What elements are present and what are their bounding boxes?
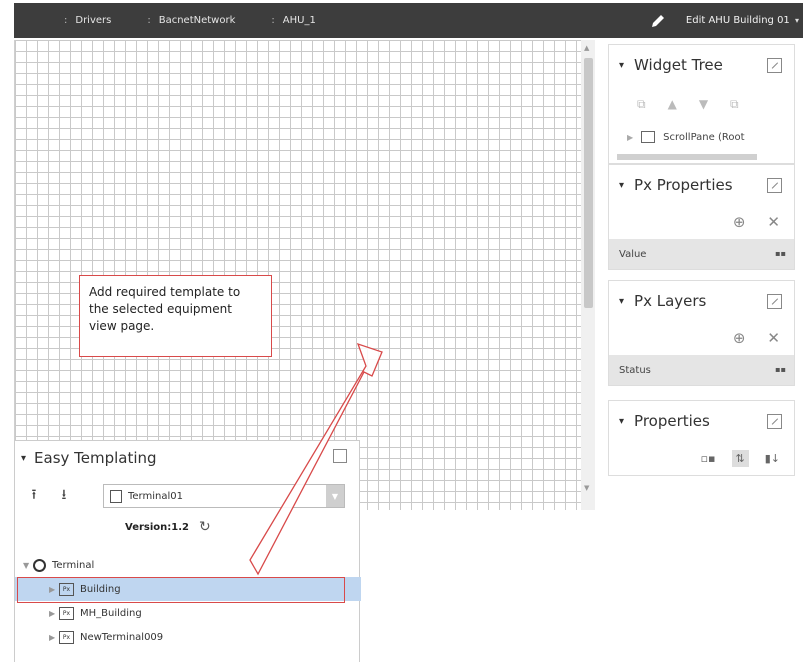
app-window: : Drivers : BacnetNetwork : AHU_1 Edit A… (0, 0, 803, 662)
px-layers-panel: ▾ Px Layers ⊕ ✕ Status ▪▪ (608, 280, 795, 386)
expand-arrow-icon[interactable]: ▶ (627, 133, 633, 142)
breadcrumb-ahu1[interactable]: : AHU_1 (271, 15, 315, 26)
collapse-icon[interactable]: ▾ (619, 180, 624, 191)
widget-tree-panel: ▾ Widget Tree ⧉ ▲ ▼ ⧉ ▶ ScrollPane (Root (608, 44, 795, 164)
collapse-icon[interactable]: ▾ (619, 60, 624, 71)
download-icon[interactable]: ⭳ (53, 485, 75, 507)
breadcrumb-bacnetnetwork[interactable]: : BacnetNetwork (147, 15, 235, 26)
px-property-row[interactable]: Value ▪▪ (609, 239, 794, 269)
collapse-icon[interactable]: ▾ (21, 453, 26, 464)
edit-view-label: Edit AHU Building 01 (685, 15, 790, 26)
expand-arrow-icon[interactable]: ▶ (49, 585, 59, 594)
breadcrumb-label: BacnetNetwork (158, 15, 236, 26)
chevron-down-icon: ▾ (794, 16, 799, 25)
properties-toolbar: ▫▪ ⇅ ▮↓ (609, 441, 794, 475)
px-properties-panel: ▾ Px Properties ⊕ ✕ Value ▪▪ (608, 164, 795, 270)
pencil-icon (651, 14, 664, 27)
terminal-icon (33, 558, 46, 572)
scrollpane-icon (641, 131, 656, 143)
canvas-vertical-scrollbar[interactable]: ▲ ▼ (581, 40, 595, 510)
breadcrumb-label: AHU_1 (282, 15, 316, 26)
close-icon[interactable]: ✕ (767, 329, 780, 347)
categorized-icon[interactable]: ▫▪ (701, 452, 716, 465)
template-tree: ▼ Terminal ▶ Px Building ▶ Px MH_Buildin… (15, 553, 361, 649)
version-row: Version:1.2 ↻ (125, 519, 211, 535)
close-icon[interactable]: ✕ (767, 213, 780, 231)
collapse-icon[interactable]: ▾ (619, 296, 624, 307)
px-layers-toolbar: ⊕ ✕ (609, 321, 794, 355)
tree-node-label: Terminal (52, 559, 95, 571)
widget-tree-horizontal-scrollbar[interactable] (609, 151, 794, 163)
expand-icon[interactable] (767, 178, 782, 193)
chevron-down-icon[interactable]: ▼ (326, 485, 344, 507)
scroll-up-icon[interactable]: ▲ (584, 44, 589, 52)
px-properties-toolbar: ⊕ ✕ (609, 205, 794, 239)
refresh-icon[interactable]: ↻ (199, 519, 211, 535)
panel-title: Properties (634, 412, 710, 430)
tree-node-label: Building (80, 583, 121, 595)
breadcrumb: : Drivers : BacnetNetwork : AHU_1 Edit A… (14, 3, 803, 38)
tree-node-label: ScrollPane (Root (663, 131, 745, 143)
collapse-arrow-icon[interactable]: ▼ (23, 561, 33, 570)
px-file-icon: Px (59, 630, 74, 644)
expand-arrow-icon[interactable]: ▶ (49, 609, 59, 618)
drag-handle-icon[interactable]: ▪▪ (775, 249, 786, 258)
tree-node-newterminal009[interactable]: ▶ Px NewTerminal009 (15, 625, 361, 649)
scroll-down-icon[interactable]: ▼ (584, 484, 589, 492)
tree-node-scrollpane[interactable]: ▶ ScrollPane (Root (609, 123, 794, 151)
ungroup-icon[interactable]: ⧉ (730, 97, 739, 112)
selected-template: Terminal01 (128, 490, 183, 502)
breadcrumb-label: Drivers (75, 15, 112, 26)
expand-icon[interactable] (767, 294, 782, 309)
edit-view-selector[interactable]: Edit AHU Building 01 ▾ (650, 3, 799, 38)
add-icon[interactable]: ⊕ (733, 329, 746, 347)
tree-node-label: NewTerminal009 (80, 631, 164, 643)
easy-templating-panel: ▾ Easy Templating ⭱ ⭳ Terminal01 ▼ Versi… (14, 440, 361, 662)
widget-tree-toolbar: ⧉ ▲ ▼ ⧉ (609, 85, 794, 123)
scrollbar-thumb[interactable] (584, 58, 593, 308)
upload-icon[interactable]: ⭱ (23, 485, 45, 507)
instruction-callout: Add required template to the selected eq… (79, 275, 272, 357)
move-up-icon[interactable]: ▲ (668, 97, 677, 111)
tree-node-terminal[interactable]: ▼ Terminal (15, 553, 361, 577)
panel-title: Px Layers (634, 292, 707, 310)
drag-handle-icon[interactable]: ▪▪ (775, 365, 786, 374)
sort-alpha-icon[interactable]: ⇅ (731, 449, 749, 467)
px-file-icon: Px (59, 582, 74, 596)
px-layer-row[interactable]: Status ▪▪ (609, 355, 794, 385)
add-icon[interactable]: ⊕ (733, 213, 746, 231)
collapse-icon[interactable]: ▾ (619, 416, 624, 427)
tree-node-building[interactable]: ▶ Px Building (15, 577, 361, 603)
expand-arrow-icon[interactable]: ▶ (49, 633, 59, 642)
easy-templating-header[interactable]: ▾ Easy Templating (15, 441, 359, 475)
properties-panel: ▾ Properties ▫▪ ⇅ ▮↓ (608, 400, 795, 476)
right-sidebar: ▾ Widget Tree ⧉ ▲ ▼ ⧉ ▶ ScrollPane (Root… (600, 40, 803, 520)
expand-icon[interactable] (333, 449, 347, 463)
document-icon (110, 489, 122, 503)
tree-node-label: MH_Building (80, 607, 142, 619)
panel-title: Px Properties (634, 176, 733, 194)
group-icon[interactable]: ⧉ (637, 97, 646, 112)
scrollbar-thumb[interactable] (617, 154, 757, 160)
template-select[interactable]: Terminal01 ▼ (103, 484, 345, 508)
sort-icon[interactable]: ▮↓ (765, 452, 780, 465)
version-label: Version:1.2 (125, 521, 189, 533)
property-name: Value (619, 248, 647, 260)
layer-name: Status (619, 364, 651, 376)
panel-title: Easy Templating (34, 449, 157, 467)
easy-templating-toolbar: ⭱ ⭳ Terminal01 ▼ (15, 481, 361, 511)
expand-icon[interactable] (767, 58, 782, 73)
tree-node-mh-building[interactable]: ▶ Px MH_Building (15, 601, 361, 625)
panel-title: Widget Tree (634, 56, 723, 74)
px-file-icon: Px (59, 606, 74, 620)
move-down-icon[interactable]: ▼ (699, 97, 708, 111)
breadcrumb-drivers[interactable]: : Drivers (64, 15, 111, 26)
expand-icon[interactable] (767, 414, 782, 429)
top-bar: : Drivers : BacnetNetwork : AHU_1 Edit A… (0, 0, 803, 40)
